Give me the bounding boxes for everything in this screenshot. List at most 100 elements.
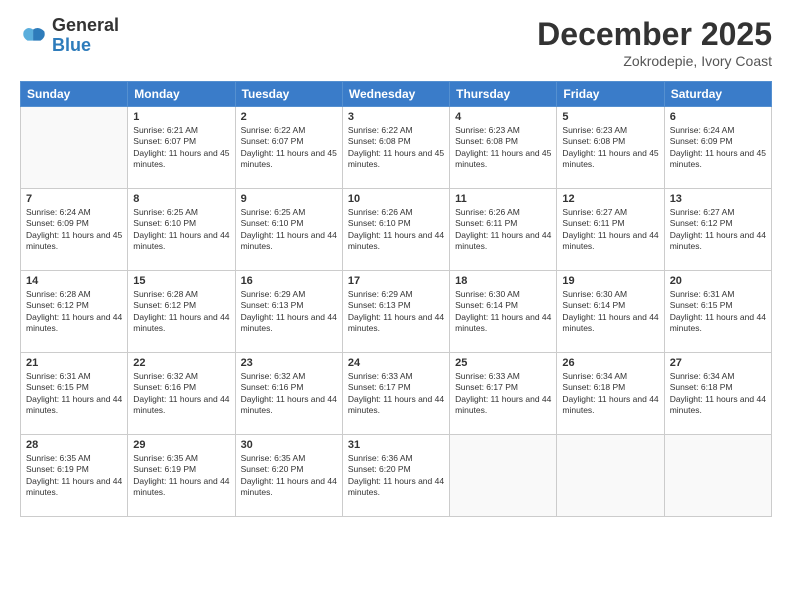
day-number: 9 xyxy=(241,193,337,205)
day-info: Sunrise: 6:32 AMSunset: 6:16 PMDaylight:… xyxy=(241,371,337,417)
calendar-cell: 21Sunrise: 6:31 AMSunset: 6:15 PMDayligh… xyxy=(21,353,128,435)
calendar-cell: 28Sunrise: 6:35 AMSunset: 6:19 PMDayligh… xyxy=(21,435,128,517)
calendar-cell: 4Sunrise: 6:23 AMSunset: 6:08 PMDaylight… xyxy=(450,107,557,189)
day-number: 14 xyxy=(26,275,122,287)
day-number: 29 xyxy=(133,439,229,451)
day-number: 5 xyxy=(562,111,658,123)
day-number: 7 xyxy=(26,193,122,205)
day-number: 26 xyxy=(562,357,658,369)
day-number: 11 xyxy=(455,193,551,205)
day-info: Sunrise: 6:25 AMSunset: 6:10 PMDaylight:… xyxy=(133,207,229,253)
header: General Blue December 2025 Zokrodepie, I… xyxy=(20,16,772,69)
day-info: Sunrise: 6:21 AMSunset: 6:07 PMDaylight:… xyxy=(133,125,229,171)
calendar-cell: 11 Sunrise: 6:26 AMSunset: 6:11 PMDayligh… xyxy=(450,189,557,271)
calendar-cell: 24Sunrise: 6:33 AMSunset: 6:17 PMDayligh… xyxy=(342,353,449,435)
day-info: Sunrise: 6:36 AMSunset: 6:20 PMDaylight:… xyxy=(348,453,444,499)
calendar-day-header: Sunday xyxy=(21,82,128,107)
calendar-cell: 6 Sunrise: 6:24 AMSunset: 6:09 PMDaylight… xyxy=(664,107,771,189)
calendar-week-row: 7 Sunrise: 6:24 AMSunset: 6:09 PMDaylight… xyxy=(21,189,772,271)
day-number: 21 xyxy=(26,357,122,369)
calendar-cell: 26 Sunrise: 6:34 AMSunset: 6:18 PMDayligh… xyxy=(557,353,664,435)
day-info: Sunrise: 6:24 AMSunset: 6:09 PMDaylight:… xyxy=(670,125,766,171)
calendar-week-row: 28Sunrise: 6:35 AMSunset: 6:19 PMDayligh… xyxy=(21,435,772,517)
logo: General Blue xyxy=(20,16,119,56)
day-info: Sunrise: 6:22 AMSunset: 6:08 PMDaylight:… xyxy=(348,125,444,171)
calendar-cell: 22 Sunrise: 6:32 AMSunset: 6:16 PMDayligh… xyxy=(128,353,235,435)
day-info: Sunrise: 6:28 AMSunset: 6:12 PMDaylight:… xyxy=(133,289,229,335)
calendar-table: SundayMondayTuesdayWednesdayThursdayFrid… xyxy=(20,81,772,517)
day-info: Sunrise: 6:28 AMSunset: 6:12 PMDaylight:… xyxy=(26,289,122,335)
logo-text: General Blue xyxy=(52,16,119,56)
calendar-cell xyxy=(557,435,664,517)
day-number: 23 xyxy=(241,357,337,369)
day-number: 16 xyxy=(241,275,337,287)
day-number: 13 xyxy=(670,193,766,205)
calendar-cell: 9Sunrise: 6:25 AMSunset: 6:10 PMDaylight… xyxy=(235,189,342,271)
calendar-cell: 17Sunrise: 6:29 AMSunset: 6:13 PMDayligh… xyxy=(342,271,449,353)
calendar-day-header: Thursday xyxy=(450,82,557,107)
month-title: December 2025 xyxy=(537,16,772,53)
calendar-cell xyxy=(664,435,771,517)
calendar-day-header: Wednesday xyxy=(342,82,449,107)
day-number: 24 xyxy=(348,357,444,369)
day-info: Sunrise: 6:26 AMSunset: 6:10 PMDaylight:… xyxy=(348,207,444,253)
day-info: Sunrise: 6:30 AMSunset: 6:14 PMDaylight:… xyxy=(455,289,551,335)
day-info: Sunrise: 6:26 AMSunset: 6:11 PMDaylight:… xyxy=(455,207,551,253)
calendar-cell: 25 Sunrise: 6:33 AMSunset: 6:17 PMDayligh… xyxy=(450,353,557,435)
day-info: Sunrise: 6:29 AMSunset: 6:13 PMDaylight:… xyxy=(241,289,337,335)
calendar-cell: 2Sunrise: 6:22 AMSunset: 6:07 PMDaylight… xyxy=(235,107,342,189)
day-info: Sunrise: 6:35 AMSunset: 6:19 PMDaylight:… xyxy=(133,453,229,499)
calendar-day-header: Monday xyxy=(128,82,235,107)
day-number: 3 xyxy=(348,111,444,123)
day-info: Sunrise: 6:23 AMSunset: 6:08 PMDaylight:… xyxy=(455,125,551,171)
calendar-cell: 7 Sunrise: 6:24 AMSunset: 6:09 PMDaylight… xyxy=(21,189,128,271)
day-number: 8 xyxy=(133,193,229,205)
calendar-cell: 18Sunrise: 6:30 AMSunset: 6:14 PMDayligh… xyxy=(450,271,557,353)
day-number: 6 xyxy=(670,111,766,123)
calendar-week-row: 21Sunrise: 6:31 AMSunset: 6:15 PMDayligh… xyxy=(21,353,772,435)
calendar-cell: 16 Sunrise: 6:29 AMSunset: 6:13 PMDayligh… xyxy=(235,271,342,353)
day-number: 12 xyxy=(562,193,658,205)
calendar-week-row: 1Sunrise: 6:21 AMSunset: 6:07 PMDaylight… xyxy=(21,107,772,189)
day-number: 25 xyxy=(455,357,551,369)
logo-blue-text: Blue xyxy=(52,36,119,56)
day-info: Sunrise: 6:34 AMSunset: 6:18 PMDaylight:… xyxy=(562,371,658,417)
day-number: 10 xyxy=(348,193,444,205)
calendar-cell: 20 Sunrise: 6:31 AMSunset: 6:15 PMDayligh… xyxy=(664,271,771,353)
calendar-cell: 27Sunrise: 6:34 AMSunset: 6:18 PMDayligh… xyxy=(664,353,771,435)
calendar-cell: 12Sunrise: 6:27 AMSunset: 6:11 PMDayligh… xyxy=(557,189,664,271)
day-info: Sunrise: 6:30 AMSunset: 6:14 PMDaylight:… xyxy=(562,289,658,335)
location: Zokrodepie, Ivory Coast xyxy=(537,53,772,69)
calendar-cell: 19 Sunrise: 6:30 AMSunset: 6:14 PMDayligh… xyxy=(557,271,664,353)
day-number: 20 xyxy=(670,275,766,287)
day-info: Sunrise: 6:29 AMSunset: 6:13 PMDaylight:… xyxy=(348,289,444,335)
logo-icon xyxy=(20,22,48,50)
calendar-cell: 10 Sunrise: 6:26 AMSunset: 6:10 PMDayligh… xyxy=(342,189,449,271)
calendar-cell: 14 Sunrise: 6:28 AMSunset: 6:12 PMDayligh… xyxy=(21,271,128,353)
calendar-cell xyxy=(21,107,128,189)
calendar-day-header: Tuesday xyxy=(235,82,342,107)
day-number: 22 xyxy=(133,357,229,369)
calendar-cell xyxy=(450,435,557,517)
day-number: 30 xyxy=(241,439,337,451)
title-section: December 2025 Zokrodepie, Ivory Coast xyxy=(537,16,772,69)
day-info: Sunrise: 6:34 AMSunset: 6:18 PMDaylight:… xyxy=(670,371,766,417)
page: General Blue December 2025 Zokrodepie, I… xyxy=(0,0,792,612)
day-info: Sunrise: 6:32 AMSunset: 6:16 PMDaylight:… xyxy=(133,371,229,417)
day-info: Sunrise: 6:27 AMSunset: 6:12 PMDaylight:… xyxy=(670,207,766,253)
day-number: 19 xyxy=(562,275,658,287)
day-number: 31 xyxy=(348,439,444,451)
calendar-cell: 8 Sunrise: 6:25 AMSunset: 6:10 PMDaylight… xyxy=(128,189,235,271)
day-info: Sunrise: 6:33 AMSunset: 6:17 PMDaylight:… xyxy=(455,371,551,417)
day-info: Sunrise: 6:31 AMSunset: 6:15 PMDaylight:… xyxy=(670,289,766,335)
calendar-cell: 31 Sunrise: 6:36 AMSunset: 6:20 PMDayligh… xyxy=(342,435,449,517)
calendar-cell: 5Sunrise: 6:23 AMSunset: 6:08 PMDaylight… xyxy=(557,107,664,189)
calendar-cell: 13 Sunrise: 6:27 AMSunset: 6:12 PMDayligh… xyxy=(664,189,771,271)
day-info: Sunrise: 6:35 AMSunset: 6:19 PMDaylight:… xyxy=(26,453,122,499)
day-info: Sunrise: 6:24 AMSunset: 6:09 PMDaylight:… xyxy=(26,207,122,253)
calendar-cell: 29 Sunrise: 6:35 AMSunset: 6:19 PMDayligh… xyxy=(128,435,235,517)
calendar-cell: 3 Sunrise: 6:22 AMSunset: 6:08 PMDaylight… xyxy=(342,107,449,189)
calendar-day-header: Friday xyxy=(557,82,664,107)
calendar-week-row: 14 Sunrise: 6:28 AMSunset: 6:12 PMDayligh… xyxy=(21,271,772,353)
day-number: 2 xyxy=(241,111,337,123)
